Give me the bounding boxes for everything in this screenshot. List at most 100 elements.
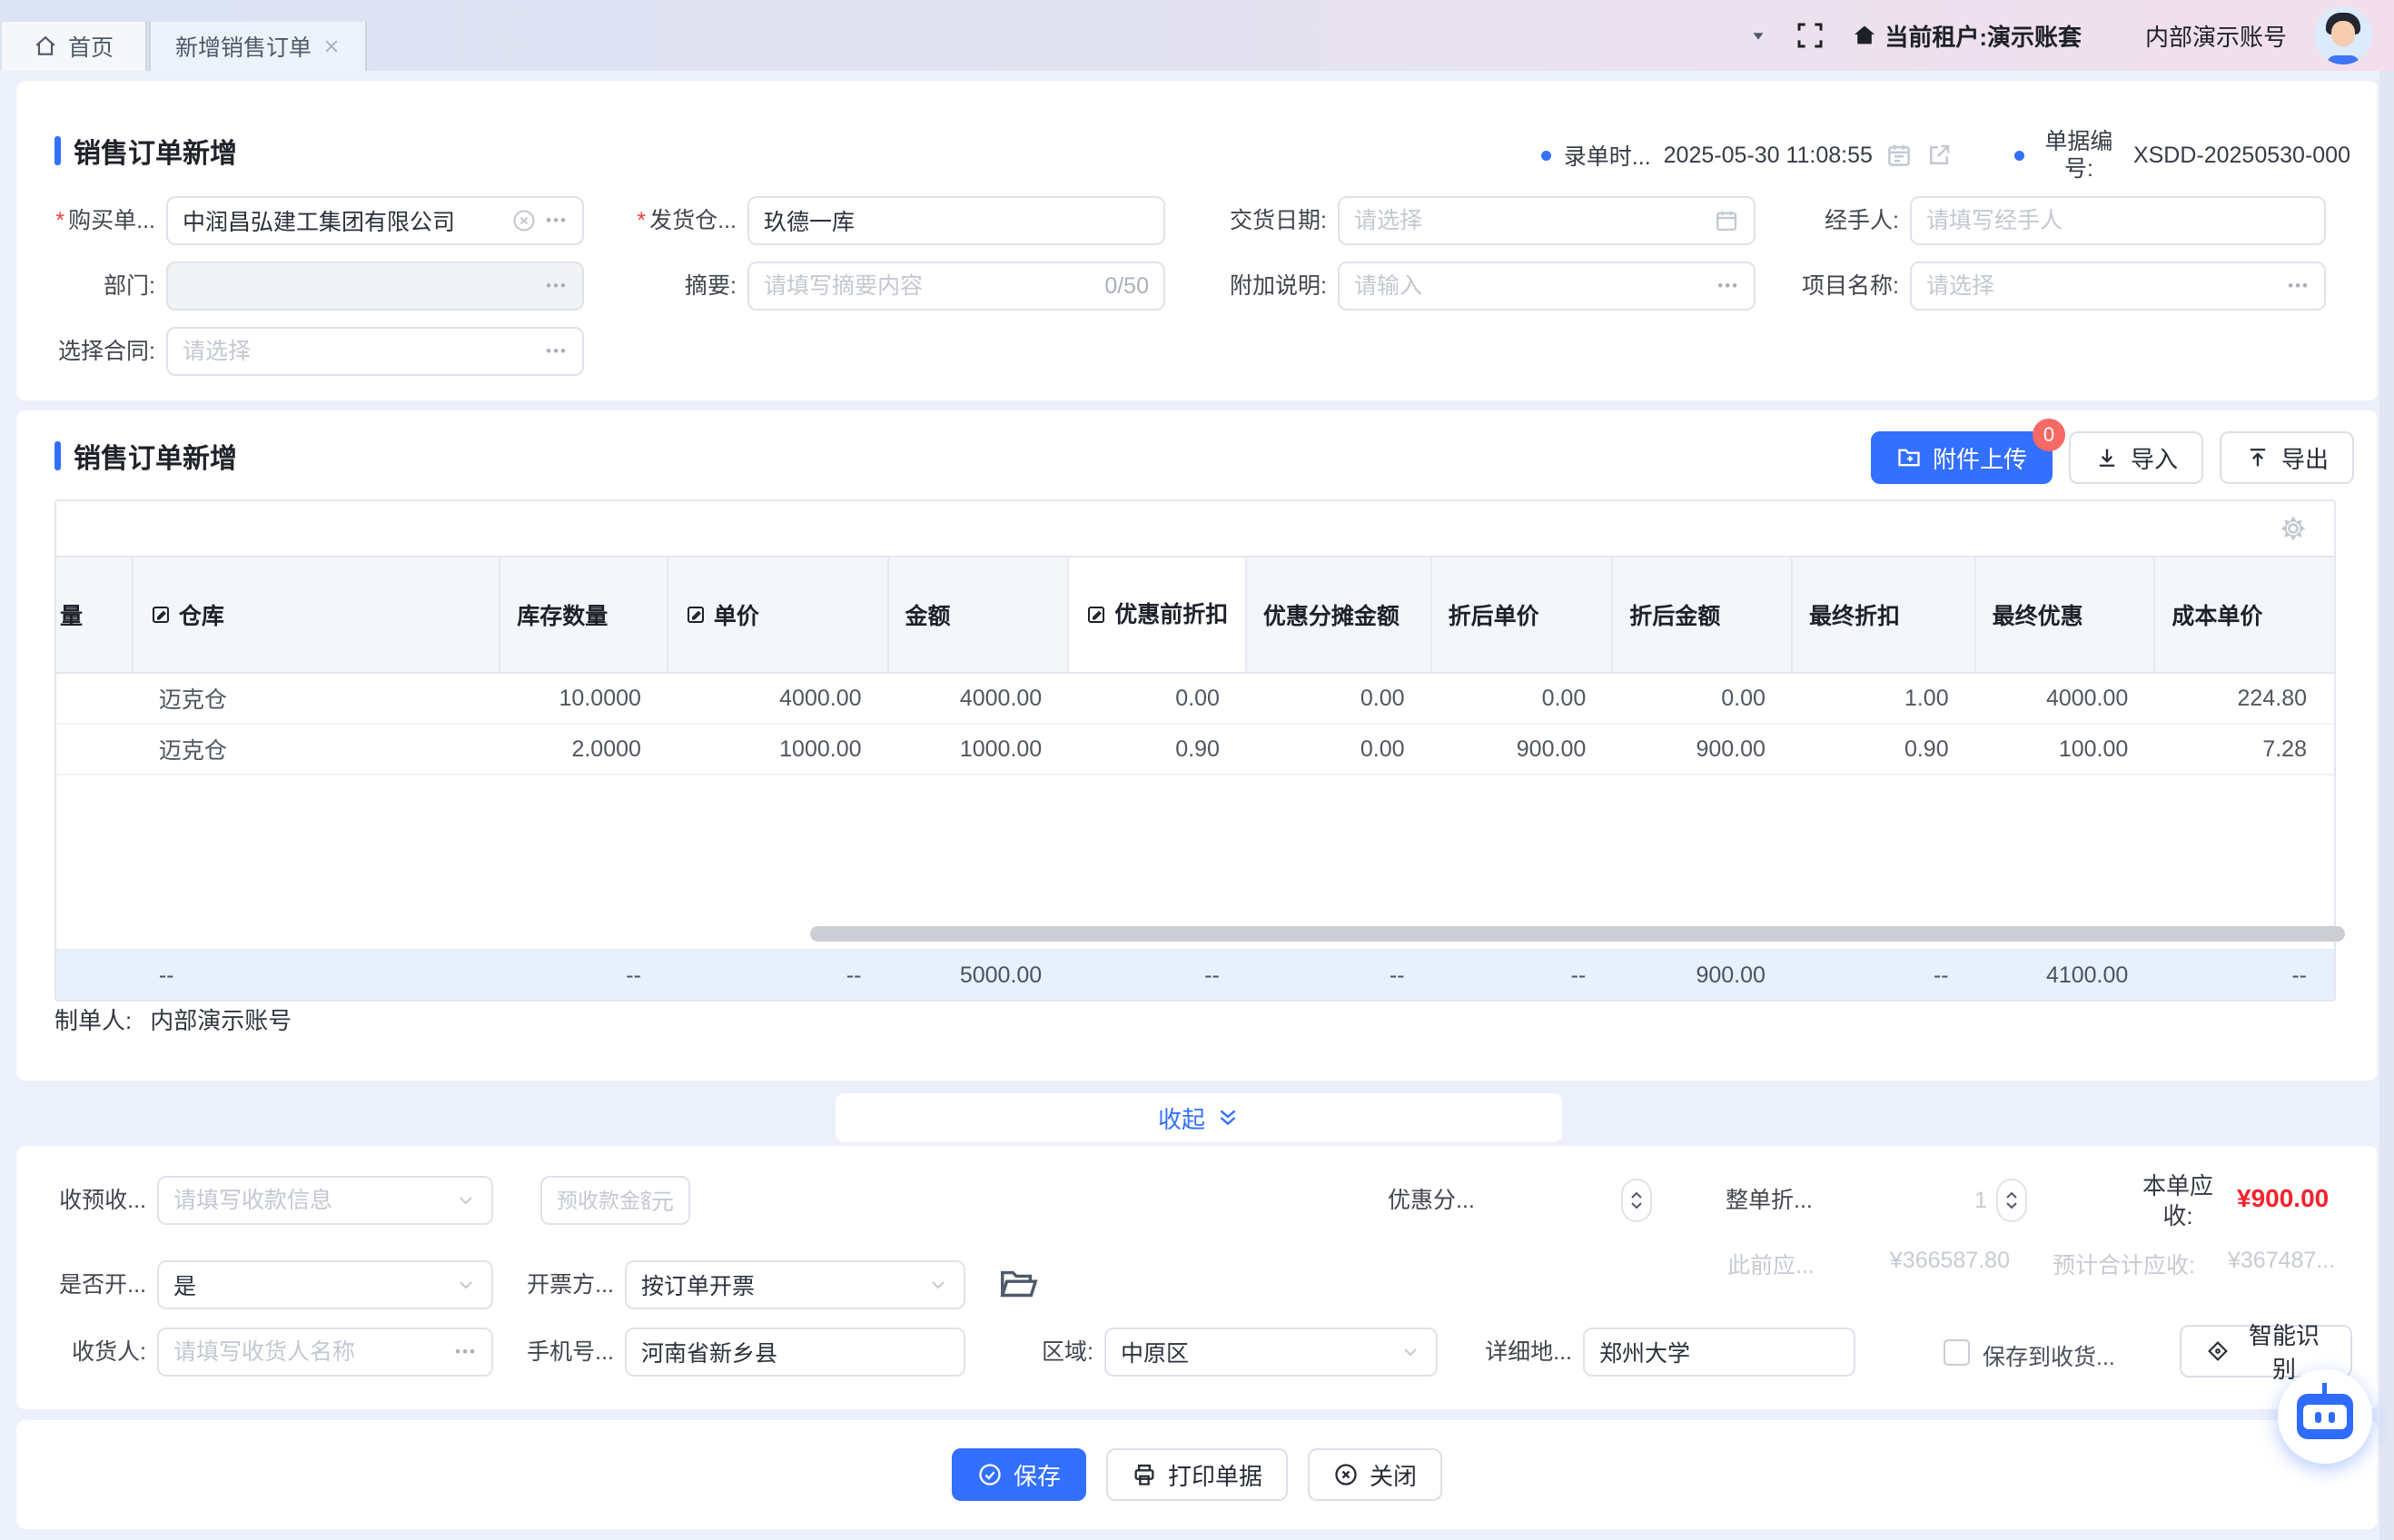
doc-no-label: 单据编号: xyxy=(2037,128,2121,183)
invoice-method-value: 按订单开票 xyxy=(641,1269,927,1301)
more-icon[interactable]: ••• xyxy=(2288,277,2310,295)
warehouse-input[interactable] xyxy=(747,196,1165,245)
project-value[interactable] xyxy=(1926,273,2288,300)
table-row[interactable]: 迈克仓 2.0000 1000.00 1000.00 0.90 0.00 900… xyxy=(56,725,2334,775)
column-header-amount[interactable]: 金额 xyxy=(889,558,1070,672)
gear-icon[interactable] xyxy=(2278,513,2309,544)
topbar: 首页 新增销售订单 当前租户:演示账套 内部演示账号 xyxy=(0,0,2394,71)
chevron-down-icon[interactable] xyxy=(455,1190,477,1211)
import-button[interactable]: 导入 xyxy=(2069,431,2203,484)
tab-close-icon[interactable] xyxy=(322,37,341,55)
note-field: 附加说明: ••• xyxy=(1202,262,1756,311)
clear-icon[interactable] xyxy=(511,208,537,233)
chevron-down-icon[interactable] xyxy=(1400,1341,1421,1363)
previous-due-label: 此前应... xyxy=(1727,1248,1815,1280)
contract-field: 选择合同: ••• xyxy=(30,327,584,376)
print-button[interactable]: 打印单据 xyxy=(1106,1448,1288,1501)
summary-value[interactable] xyxy=(764,273,1104,300)
export-button[interactable]: 导出 xyxy=(2220,431,2354,484)
column-header-stock-qty[interactable]: 库存数量 xyxy=(500,558,668,672)
invoice-label: 是否开... xyxy=(39,1260,157,1309)
tenant-info[interactable]: 当前租户:演示账套 xyxy=(1852,19,2082,53)
address-input[interactable] xyxy=(1583,1328,1855,1377)
home-filled-icon xyxy=(1852,23,1877,48)
column-header-discounted-price[interactable]: 折后单价 xyxy=(1432,558,1614,672)
horizontal-scrollbar[interactable] xyxy=(810,926,2345,942)
buyer-value[interactable] xyxy=(183,208,511,234)
advance-amount-input[interactable]: 元 xyxy=(540,1176,690,1225)
invoice-select[interactable]: 是 xyxy=(157,1260,493,1309)
delivery-date-input[interactable] xyxy=(1338,196,1756,245)
page-scrollbar[interactable] xyxy=(2379,71,2394,1540)
phone-value[interactable] xyxy=(641,1339,949,1366)
whole-discount-stepper[interactable] xyxy=(1996,1179,2027,1222)
delivery-date-value[interactable] xyxy=(1354,208,1714,234)
project-input[interactable]: ••• xyxy=(1910,262,2326,311)
discount-share-stepper[interactable] xyxy=(1621,1179,1652,1222)
column-header-warehouse[interactable]: 仓库 xyxy=(134,558,500,672)
invoice-method-select[interactable]: 按订单开票 xyxy=(625,1260,965,1309)
advance-amount-value[interactable] xyxy=(557,1189,651,1213)
account-name[interactable]: 内部演示账号 xyxy=(2145,19,2287,53)
column-header-final-benefit[interactable]: 最终优惠 xyxy=(1976,558,2156,672)
section-title: 销售订单新增 xyxy=(54,131,237,171)
receipt-value[interactable] xyxy=(173,1188,455,1214)
region-select[interactable]: 中原区 xyxy=(1104,1328,1438,1377)
chevron-down-icon[interactable] xyxy=(455,1274,477,1296)
title-accent-bar xyxy=(54,136,61,165)
note-input[interactable]: ••• xyxy=(1338,262,1756,311)
column-header-discounted-amount[interactable]: 折后金额 xyxy=(1613,558,1793,672)
consignee-input[interactable]: ••• xyxy=(157,1328,493,1377)
receipt-select[interactable] xyxy=(157,1176,493,1225)
char-counter: 0/50 xyxy=(1104,273,1149,300)
contract-input[interactable]: ••• xyxy=(166,327,584,376)
more-icon[interactable]: ••• xyxy=(546,212,568,230)
summary-input[interactable]: 0/50 xyxy=(747,262,1165,311)
chevron-down-icon[interactable] xyxy=(1748,25,1768,45)
consignee-value[interactable] xyxy=(173,1339,455,1366)
more-icon[interactable]: ••• xyxy=(1717,277,1739,295)
handler-field: 经手人: xyxy=(1774,196,2326,245)
avatar-face xyxy=(2331,21,2355,46)
region-label: 区域: xyxy=(986,1328,1104,1377)
edit-icon xyxy=(1085,604,1107,626)
folder-open-icon[interactable] xyxy=(997,1264,1039,1306)
contract-value[interactable] xyxy=(183,339,546,365)
column-header-cost-price[interactable]: 成本单价 xyxy=(2155,558,2334,672)
column-header-discount-share[interactable]: 优惠分摊金额 xyxy=(1247,558,1432,672)
fullscreen-icon[interactable] xyxy=(1796,21,1825,50)
department-input[interactable]: ••• xyxy=(166,262,584,311)
tab-home[interactable]: 首页 xyxy=(2,22,147,71)
whole-discount-value[interactable]: 1 xyxy=(1878,1176,1987,1225)
edit-link-icon[interactable] xyxy=(1925,142,1953,169)
column-header-final-discount[interactable]: 最终折扣 xyxy=(1793,558,1976,672)
export-icon xyxy=(2245,445,2270,470)
attach-upload-button[interactable]: 附件上传 0 xyxy=(1871,431,2053,484)
chevron-down-icon[interactable] xyxy=(927,1274,949,1296)
more-icon[interactable]: ••• xyxy=(455,1343,477,1361)
save-address-checkbox[interactable] xyxy=(1944,1339,1970,1366)
note-value[interactable] xyxy=(1354,273,1717,300)
table-row[interactable]: 迈克仓 10.0000 4000.00 4000.00 0.00 0.00 0.… xyxy=(56,674,2334,725)
column-header-pre-discount[interactable]: 优惠前折扣 xyxy=(1069,558,1247,672)
avatar[interactable] xyxy=(2314,6,2372,64)
more-icon[interactable]: ••• xyxy=(546,342,568,360)
collapse-button[interactable]: 收起 xyxy=(836,1093,1562,1142)
handler-value[interactable] xyxy=(1926,208,2310,234)
save-button[interactable]: 保存 xyxy=(952,1448,1086,1501)
tab-home-label: 首页 xyxy=(68,30,114,63)
column-header-partial[interactable]: 量 xyxy=(56,558,134,672)
warehouse-value[interactable] xyxy=(764,208,1149,234)
assistant-robot-button[interactable] xyxy=(2278,1369,2372,1464)
buyer-input[interactable]: ••• xyxy=(166,196,584,245)
tab-new-sales-order[interactable]: 新增销售订单 xyxy=(149,22,367,71)
handler-input[interactable] xyxy=(1910,196,2326,245)
calendar-icon[interactable] xyxy=(1885,142,1913,169)
calendar-icon[interactable] xyxy=(1714,208,1739,233)
phone-input[interactable] xyxy=(625,1328,965,1377)
address-value[interactable] xyxy=(1599,1339,1839,1366)
more-icon[interactable]: ••• xyxy=(546,277,568,295)
column-header-unit-price[interactable]: 单价 xyxy=(668,558,889,672)
handler-label: 经手人: xyxy=(1774,196,1910,245)
close-button[interactable]: 关闭 xyxy=(1308,1448,1442,1501)
